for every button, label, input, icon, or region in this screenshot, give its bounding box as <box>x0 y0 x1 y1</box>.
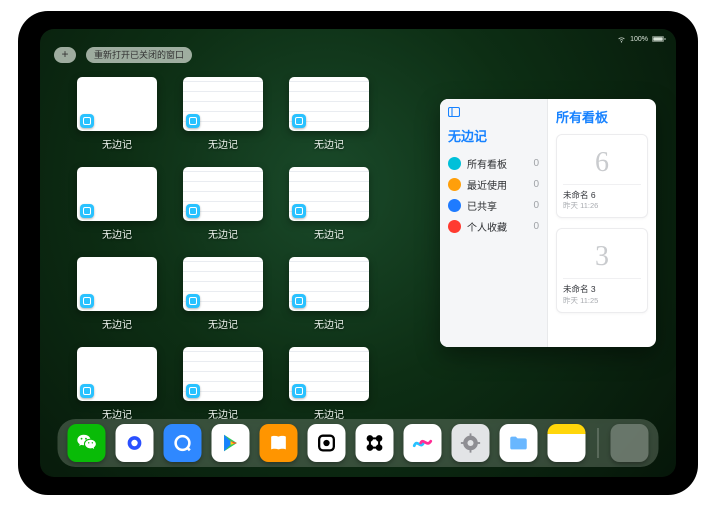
app-window[interactable]: 无边记 <box>288 167 370 241</box>
window-thumbnail <box>183 347 263 401</box>
app-window[interactable]: 无边记 <box>182 257 264 331</box>
app-badge-icon <box>80 384 94 398</box>
sidebar-item[interactable]: 所有看板 0 <box>448 153 539 174</box>
sidebar-item[interactable]: 个人收藏 0 <box>448 216 539 237</box>
app-window[interactable]: 无边记 <box>76 257 158 331</box>
notes-icon[interactable] <box>548 424 586 462</box>
dock-separator <box>598 428 599 458</box>
sidebar-item-label: 个人收藏 <box>467 219 507 234</box>
app-badge-icon <box>186 384 200 398</box>
board-thumbnail: 6 <box>563 141 641 185</box>
panel-left-title: 无边记 <box>448 126 539 145</box>
books-icon[interactable] <box>260 424 298 462</box>
app-badge-icon <box>292 204 306 218</box>
window-thumbnail <box>289 347 369 401</box>
app-badge-icon <box>186 294 200 308</box>
app-window[interactable]: 无边记 <box>76 167 158 241</box>
qqbrowser-icon[interactable] <box>164 424 202 462</box>
app-library-icon[interactable] <box>611 424 649 462</box>
board-title: 未命名 6 <box>563 191 641 200</box>
board-card[interactable]: 6 未命名 6昨天 11:26 <box>556 134 648 218</box>
sidebar-item-count: 0 <box>533 200 539 211</box>
board-card[interactable]: 3 未命名 3昨天 11:25 <box>556 228 648 312</box>
window-thumbnail <box>183 167 263 221</box>
sidebar-item-label: 已共享 <box>467 198 497 213</box>
app-badge-icon <box>80 294 94 308</box>
freeform-icon[interactable] <box>404 424 442 462</box>
window-label: 无边记 <box>102 226 132 241</box>
reopen-closed-window-button[interactable]: 重新打开已关闭的窗口 <box>86 47 192 63</box>
box-dot-icon[interactable] <box>308 424 346 462</box>
statusbar: 100% <box>617 33 666 45</box>
app-badge-icon <box>80 114 94 128</box>
app-badge-icon <box>80 204 94 218</box>
app-window[interactable]: 无边记 <box>76 77 158 151</box>
sidebar-item-count: 0 <box>533 158 539 169</box>
panel-sidebar: 无边记 所有看板 0 最近使用 0 已共享 0 个人收藏 0 <box>440 99 548 347</box>
app-badge-icon <box>292 114 306 128</box>
app-window[interactable]: 无边记 <box>182 347 264 421</box>
wechat-icon[interactable] <box>68 424 106 462</box>
play-store-icon[interactable] <box>212 424 250 462</box>
app-badge-icon <box>292 294 306 308</box>
window-label: 无边记 <box>314 226 344 241</box>
app-switcher-grid: 无边记无边记无边记无边记无边记无边记无边记无边记无边记无边记无边记无边记 <box>76 77 476 421</box>
grid-icon <box>448 157 461 170</box>
browser-icon[interactable] <box>116 424 154 462</box>
sidebar-item-count: 0 <box>533 221 539 232</box>
window-label: 无边记 <box>102 316 132 331</box>
topbar: + 重新打开已关闭的窗口 <box>54 47 192 63</box>
window-thumbnail <box>289 77 369 131</box>
clock-icon <box>448 178 461 191</box>
window-thumbnail <box>77 77 157 131</box>
app-window[interactable]: 无边记 <box>288 347 370 421</box>
app-badge-icon <box>186 114 200 128</box>
dock <box>58 419 659 467</box>
window-label: 无边记 <box>314 136 344 151</box>
sidebar-item[interactable]: 已共享 0 <box>448 195 539 216</box>
people-icon <box>448 199 461 212</box>
sidebar-item-count: 0 <box>533 179 539 190</box>
board-subtitle: 昨天 11:25 <box>563 295 641 306</box>
board-title: 未命名 3 <box>563 285 641 294</box>
app-window[interactable]: 无边记 <box>288 77 370 151</box>
app-window[interactable]: 无边记 <box>182 77 264 151</box>
screen: 100% + 重新打开已关闭的窗口 无边记无边记无边记无边记无边记无边记无边记无… <box>40 29 676 477</box>
window-thumbnail <box>289 257 369 311</box>
window-label: 无边记 <box>208 136 238 151</box>
link-dots-icon[interactable] <box>356 424 394 462</box>
board-thumbnail: 3 <box>563 235 641 279</box>
add-window-button[interactable]: + <box>54 47 76 63</box>
window-label: 无边记 <box>102 136 132 151</box>
window-thumbnail <box>289 167 369 221</box>
app-window[interactable]: 无边记 <box>288 257 370 331</box>
settings-icon[interactable] <box>452 424 490 462</box>
board-subtitle: 昨天 11:26 <box>563 200 641 211</box>
ipad-frame: 100% + 重新打开已关闭的窗口 无边记无边记无边记无边记无边记无边记无边记无… <box>18 11 698 495</box>
panel-content: 所有看板 6 未命名 6昨天 11:26 3 未命名 3昨天 11:25 <box>548 99 656 347</box>
window-label: 无边记 <box>208 316 238 331</box>
window-thumbnail <box>77 257 157 311</box>
sidebar-item[interactable]: 最近使用 0 <box>448 174 539 195</box>
app-window[interactable]: 无边记 <box>76 347 158 421</box>
app-badge-icon <box>186 204 200 218</box>
wifi-icon <box>617 35 626 43</box>
sidebar-icon <box>448 107 539 120</box>
app-window[interactable]: 无边记 <box>182 167 264 241</box>
heart-icon <box>448 220 461 233</box>
window-thumbnail <box>77 167 157 221</box>
window-label: 无边记 <box>208 226 238 241</box>
app-panel[interactable]: ••• 无边记 所有看板0最近使用0已共享0个人收藏0 所有看板 6未命名 6昨… <box>440 99 656 347</box>
window-thumbnail <box>183 257 263 311</box>
battery-icon <box>652 35 666 43</box>
battery-text: 100% <box>630 36 648 43</box>
panel-right-title: 所有看板 <box>556 107 648 126</box>
sidebar-item-label: 最近使用 <box>467 177 507 192</box>
window-thumbnail <box>77 347 157 401</box>
files-icon[interactable] <box>500 424 538 462</box>
sidebar-item-label: 所有看板 <box>467 156 507 171</box>
app-badge-icon <box>292 384 306 398</box>
window-label: 无边记 <box>314 316 344 331</box>
window-thumbnail <box>183 77 263 131</box>
